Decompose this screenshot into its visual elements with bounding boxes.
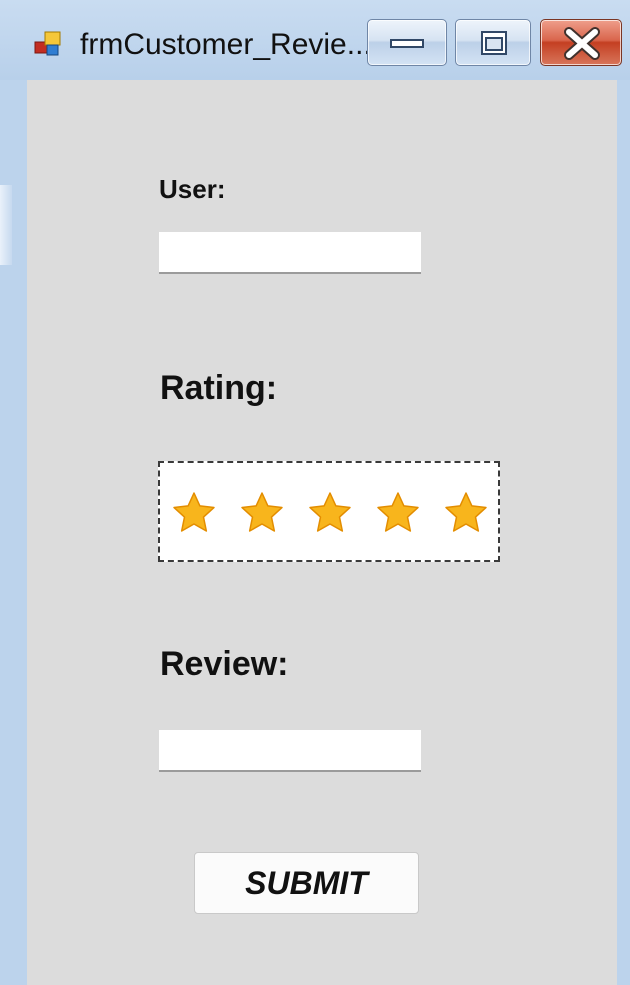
review-label: Review: <box>160 645 289 683</box>
star-icon-1[interactable] <box>173 492 215 532</box>
maximize-button[interactable] <box>455 19 531 66</box>
title-bar[interactable]: frmCustomer_Revie... <box>0 0 630 80</box>
window-title: frmCustomer_Revie... <box>80 28 372 61</box>
maximize-icon <box>481 31 507 55</box>
rating-stars <box>173 492 487 532</box>
review-input[interactable] <box>159 730 421 772</box>
close-button[interactable] <box>540 19 622 66</box>
close-icon <box>564 27 600 60</box>
window-frame-highlight <box>0 185 12 265</box>
user-input[interactable] <box>159 232 421 274</box>
rating-label: Rating: <box>160 369 278 407</box>
form-client-area: User: Rating: Review: SUBMIT <box>27 80 617 985</box>
star-icon-4[interactable] <box>377 492 419 532</box>
minimize-icon <box>390 39 424 48</box>
user-label: User: <box>159 174 226 204</box>
app-form-icon <box>34 31 61 56</box>
star-icon-3[interactable] <box>309 492 351 532</box>
star-icon-5[interactable] <box>445 492 487 532</box>
submit-button[interactable]: SUBMIT <box>194 852 419 914</box>
application-window: frmCustomer_Revie... User: Rating: Revie… <box>0 0 630 985</box>
minimize-button[interactable] <box>367 19 447 66</box>
star-icon-2[interactable] <box>241 492 283 532</box>
rating-control[interactable] <box>158 461 500 562</box>
